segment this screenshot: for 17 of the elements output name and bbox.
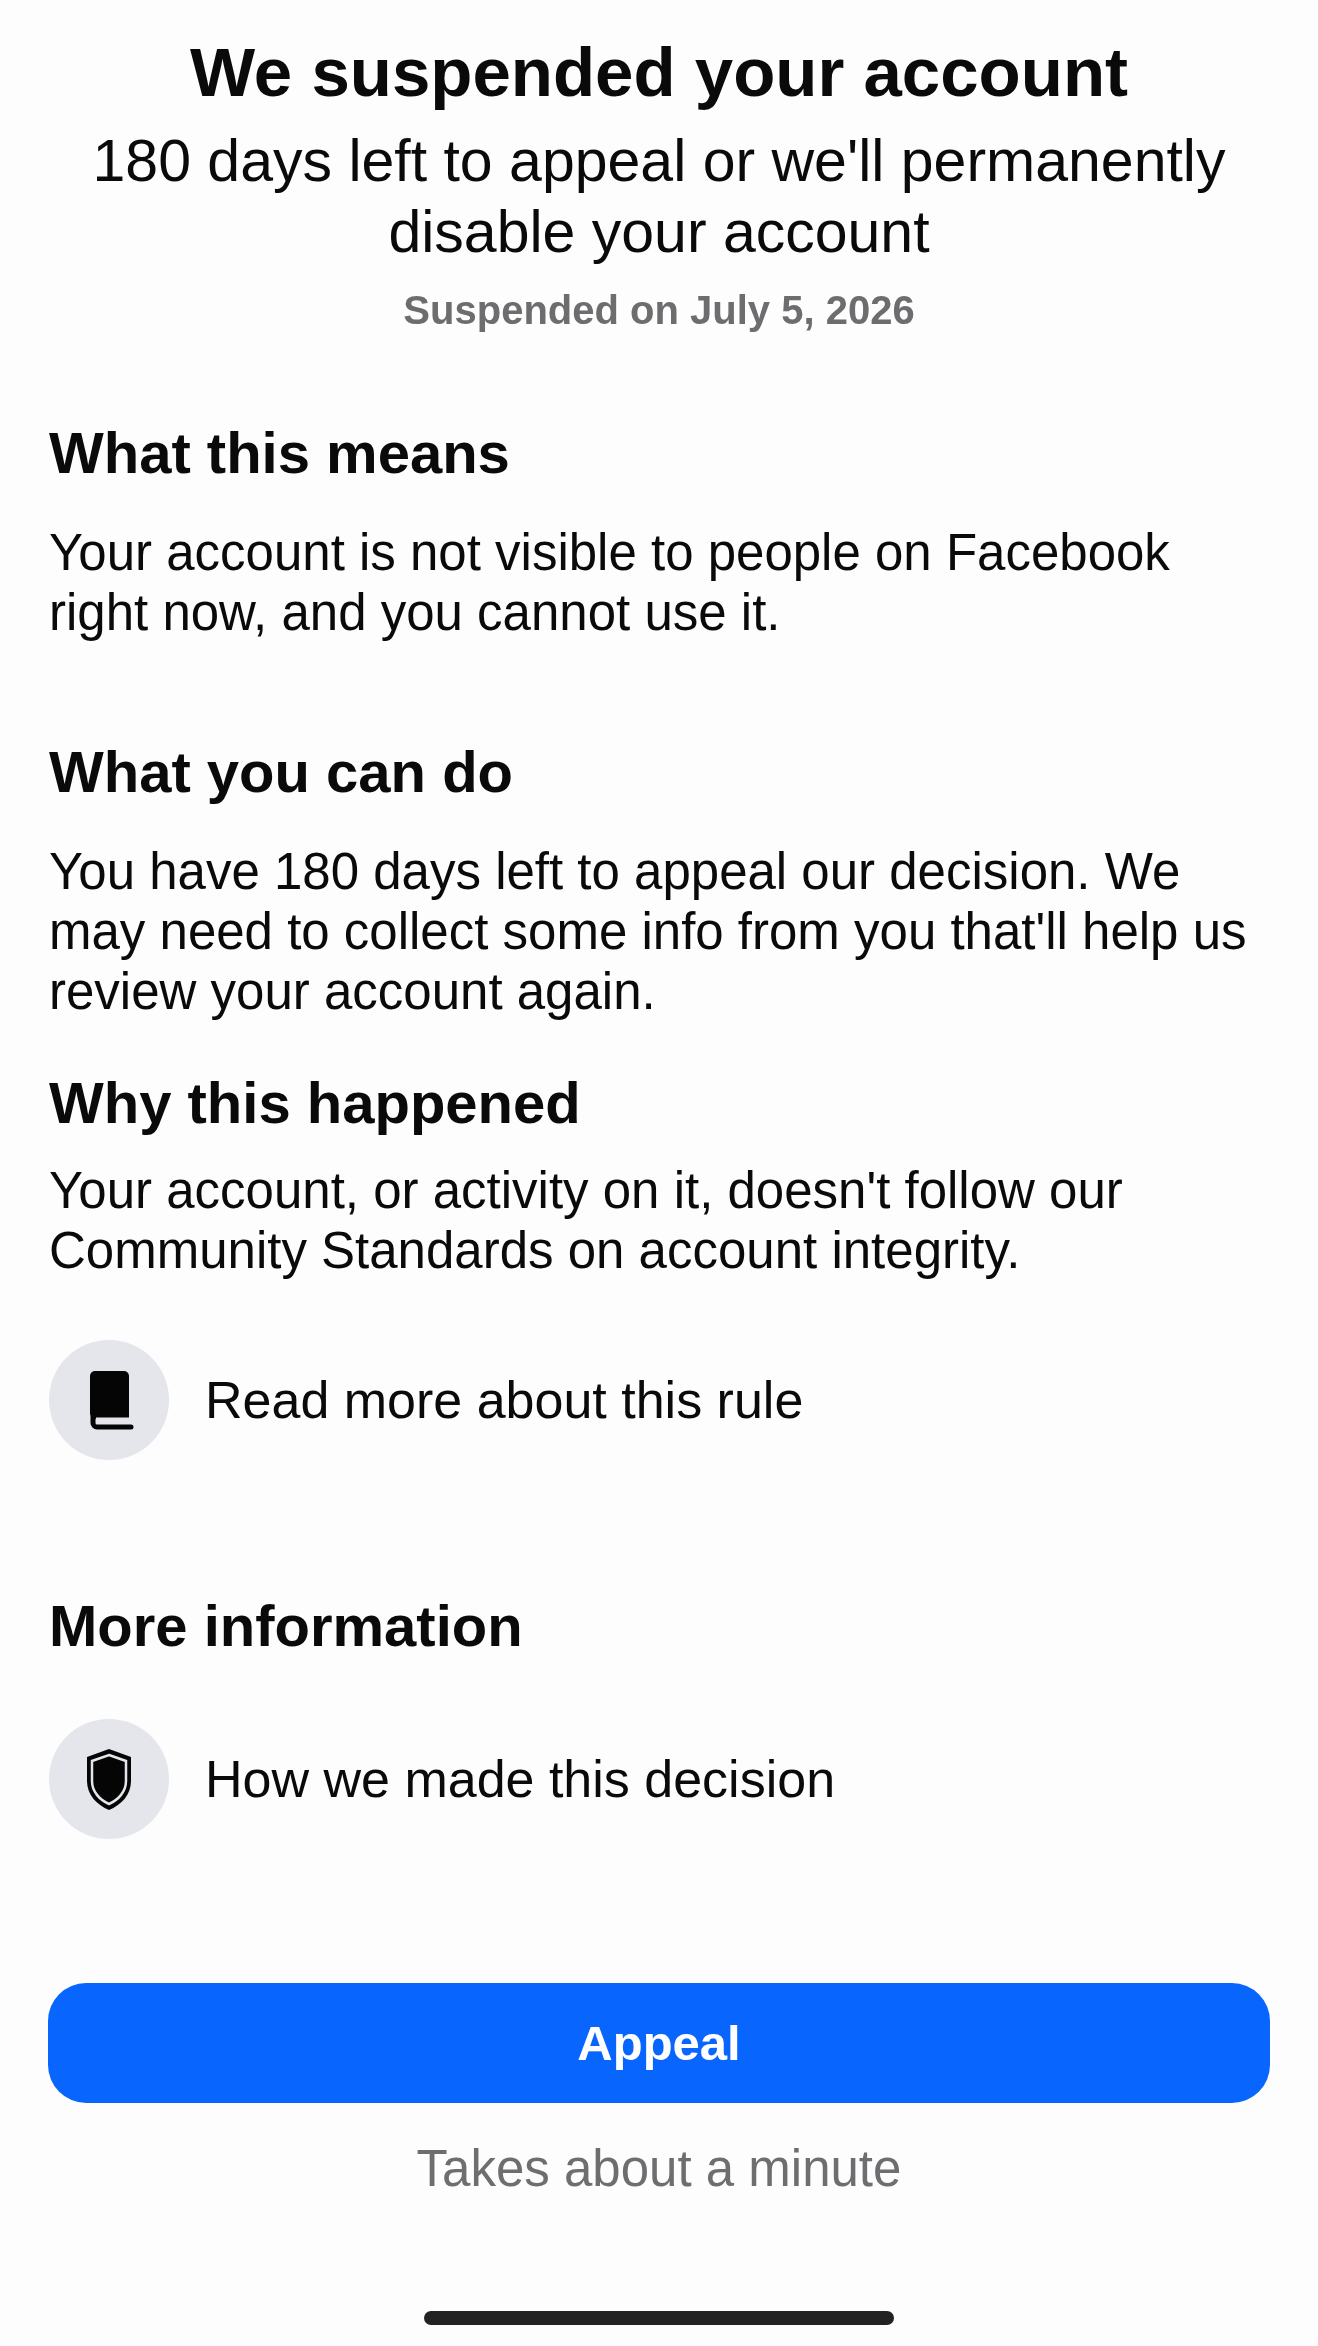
page-subtitle: 180 days left to appeal or we'll permanently disable your account bbox=[91, 127, 1227, 267]
book-icon bbox=[49, 1340, 169, 1460]
section-heading: Why this happened bbox=[49, 1071, 582, 1135]
info-link[interactable]: How we made this decision bbox=[49, 1719, 836, 1839]
section-heading: What you can do bbox=[49, 740, 514, 804]
section-text: Your account, or activity on it, doesn't follow our Community Standards on account integrity. bbox=[49, 1161, 1124, 1281]
section-heading: What this means bbox=[49, 421, 511, 485]
appeal-button[interactable]: Appeal bbox=[48, 1983, 1270, 2103]
section-text: You have 180 days left to appeal our decision. We may need to collect some info from you that'll help us review your account again. bbox=[49, 842, 1248, 1022]
shield-icon bbox=[49, 1719, 169, 1839]
suspension-date: Suspended on July 5, 2026 bbox=[403, 287, 915, 333]
duration-note: Takes about a minute bbox=[416, 2140, 902, 2198]
section-heading: More information bbox=[49, 1594, 524, 1658]
section-text: Your account is not visible to people on Facebook right now, and you cannot use it. bbox=[49, 523, 1171, 643]
page-title: We suspended your account bbox=[189, 34, 1129, 111]
home-indicator[interactable] bbox=[424, 2311, 894, 2325]
info-link[interactable]: Read more about this rule bbox=[49, 1340, 804, 1460]
